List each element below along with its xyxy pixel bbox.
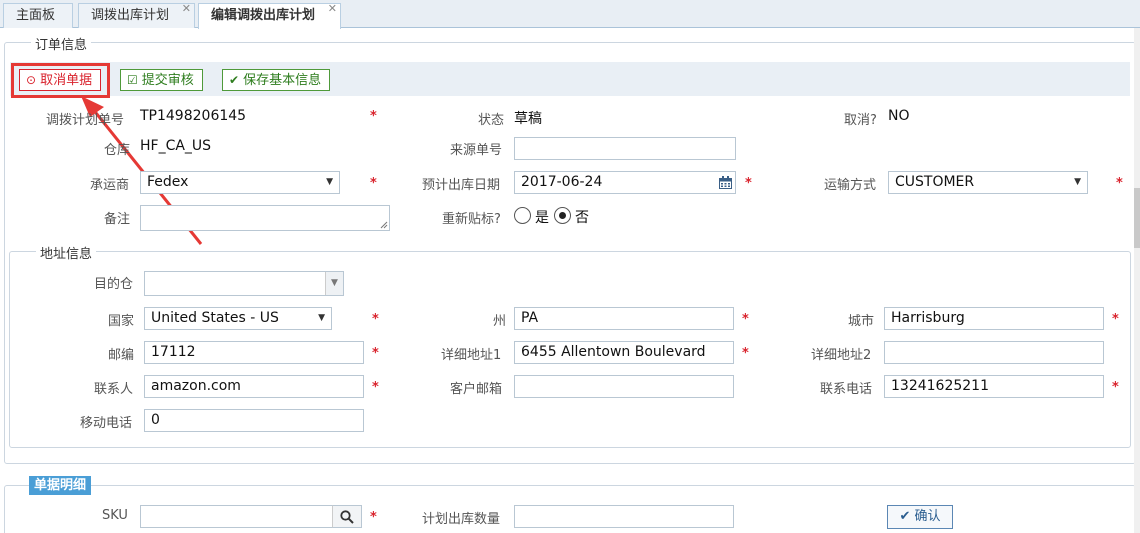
state-input[interactable]: PA	[514, 307, 734, 330]
warehouse-value: HF_CA_US	[140, 138, 212, 154]
required-mark: *	[370, 109, 377, 124]
phone-label: 联系电话	[820, 382, 873, 397]
detail-section-tag: 单据明细	[29, 476, 92, 495]
sku-input[interactable]	[140, 505, 334, 528]
city-label: 城市	[848, 314, 875, 329]
country-label: 国家	[108, 314, 135, 329]
required-mark: *	[745, 176, 752, 191]
address1-label: 详细地址1	[441, 348, 502, 363]
ship-date-label: 预计出库日期	[422, 178, 501, 193]
status-label: 状态	[478, 113, 505, 128]
required-mark: *	[742, 346, 749, 361]
required-mark: *	[370, 176, 377, 191]
resize-grip-icon[interactable]	[380, 221, 388, 229]
mobile-input[interactable]: 0	[144, 409, 364, 432]
email-label: 客户邮箱	[450, 382, 503, 397]
required-mark: *	[372, 380, 379, 395]
chevron-down-icon: ▼	[326, 177, 333, 187]
country-value: United States - US	[151, 310, 279, 326]
country-select[interactable]: United States - US ▼	[144, 307, 332, 330]
email-input[interactable]	[514, 375, 734, 398]
qty-input[interactable]	[514, 505, 734, 528]
shipping-method-select[interactable]: CUSTOMER ▼	[888, 171, 1088, 194]
address2-label: 详细地址2	[811, 348, 872, 363]
carrier-value: Fedex	[147, 174, 189, 190]
shipping-method-label: 运输方式	[824, 178, 877, 193]
contact-input[interactable]: amazon.com	[144, 375, 364, 398]
search-icon	[340, 510, 354, 524]
qty-label: 计划出库数量	[422, 512, 501, 527]
shipping-method-value: CUSTOMER	[895, 174, 975, 190]
scrollbar-thumb[interactable]	[1134, 188, 1140, 248]
remark-label: 备注	[104, 212, 131, 227]
state-label: 州	[493, 314, 507, 329]
carrier-label: 承运商	[90, 178, 130, 193]
plan-no-label: 调拨计划单号	[46, 113, 125, 128]
status-value: 草稿	[514, 111, 542, 127]
address-info-legend: 地址信息	[36, 243, 97, 262]
zip-label: 邮编	[108, 348, 135, 363]
confirm-label: 确认	[914, 509, 941, 524]
source-no-label: 来源单号	[450, 143, 503, 158]
chevron-down-icon: ▼	[1074, 177, 1081, 187]
dest-warehouse-label: 目的仓	[94, 277, 134, 292]
relabel-yes-label: 是	[535, 210, 549, 226]
chevron-down-icon: ▼	[325, 272, 343, 295]
plan-no-value: TP1498206145	[140, 108, 247, 124]
required-mark: *	[742, 312, 749, 327]
required-mark: *	[1112, 380, 1119, 395]
address2-input[interactable]	[884, 341, 1104, 364]
contact-label: 联系人	[94, 382, 134, 397]
cancelled-value: NO	[888, 108, 910, 124]
cancelled-label: 取消?	[844, 113, 877, 128]
ship-date-value: 2017-06-24	[521, 174, 603, 190]
relabel-yes-radio[interactable]	[514, 207, 531, 224]
source-no-input[interactable]	[514, 137, 736, 160]
city-input[interactable]: Harrisburg	[884, 307, 1104, 330]
required-mark: *	[372, 346, 379, 361]
ship-date-input[interactable]: 2017-06-24	[514, 171, 736, 194]
phone-input[interactable]: 13241625211	[884, 375, 1104, 398]
required-mark: *	[1112, 312, 1119, 327]
sku-search-button[interactable]	[332, 505, 362, 528]
dest-warehouse-select[interactable]: ▼	[144, 271, 344, 296]
confirm-button[interactable]: ✔ 确认	[887, 505, 953, 529]
address1-input[interactable]: 6455 Allentown Boulevard	[514, 341, 734, 364]
carrier-select[interactable]: Fedex ▼	[140, 171, 340, 194]
relabel-no-radio[interactable]	[554, 207, 571, 224]
required-mark: *	[372, 312, 379, 327]
warehouse-label: 仓库	[104, 143, 131, 158]
remark-textarea[interactable]	[140, 205, 390, 231]
required-mark: *	[1116, 176, 1123, 191]
relabel-label: 重新贴标?	[442, 212, 501, 227]
chevron-down-icon: ▼	[318, 313, 325, 323]
mobile-label: 移动电话	[80, 416, 133, 431]
vertical-scrollbar[interactable]	[1134, 28, 1140, 533]
calendar-icon[interactable]	[719, 176, 732, 189]
check-icon: ✔	[899, 509, 911, 524]
relabel-no-label: 否	[575, 210, 589, 226]
sku-label: SKU	[102, 508, 128, 523]
required-mark: *	[370, 510, 377, 525]
zip-input[interactable]: 17112	[144, 341, 364, 364]
